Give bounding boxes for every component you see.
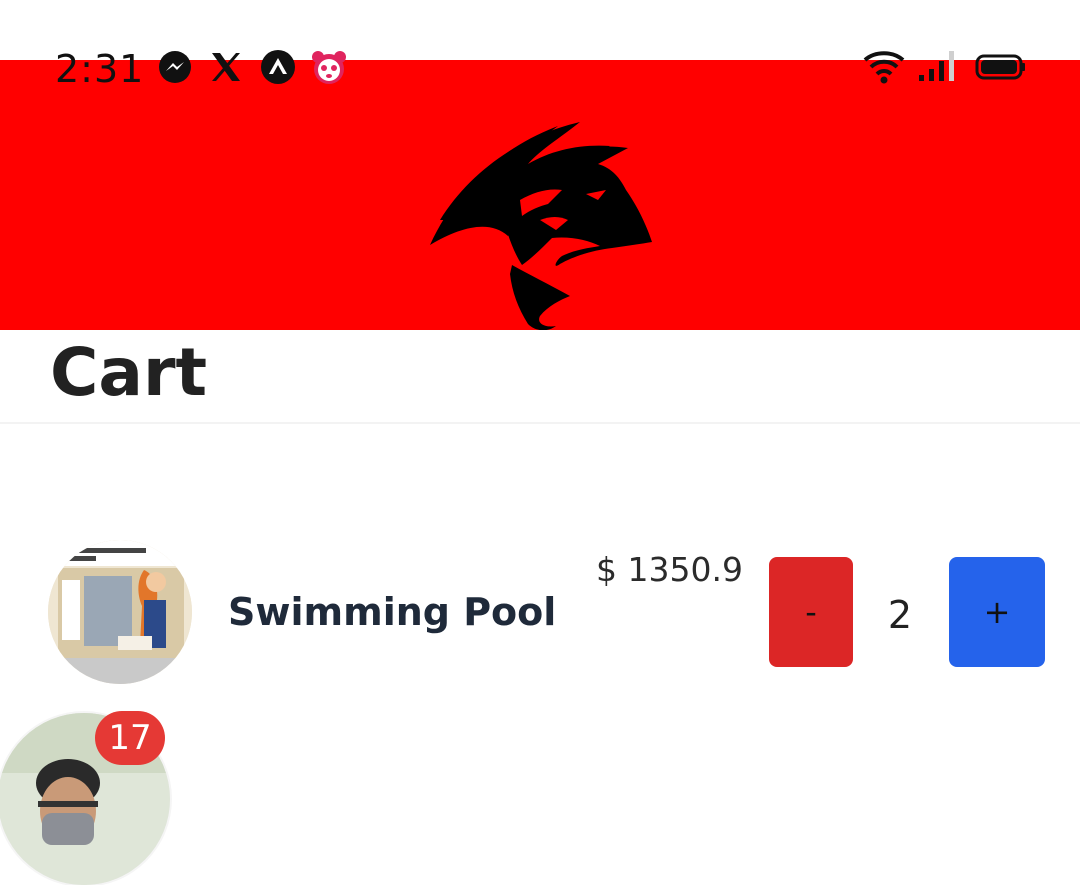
arch-icon: [261, 50, 295, 84]
wifi-icon: [863, 51, 905, 84]
quantity-value: 2: [887, 593, 913, 637]
increment-button[interactable]: +: [949, 557, 1045, 667]
product-thumbnail[interactable]: [48, 540, 192, 684]
panda-icon: [312, 51, 346, 84]
x-icon: [212, 53, 240, 81]
product-name: Swimming Pool: [228, 590, 557, 634]
product-thumbnail-image: [48, 540, 192, 684]
signal-icon: [919, 51, 954, 81]
status-bar: 2:31: [0, 0, 1080, 135]
notification-badge: 17: [95, 711, 165, 765]
page-title: Cart: [50, 334, 208, 411]
messenger-icon: [159, 51, 191, 83]
status-time: 2:31: [55, 47, 145, 91]
product-price: $ 1350.9: [596, 550, 743, 589]
battery-icon: [975, 54, 1025, 80]
decrement-button[interactable]: -: [769, 557, 853, 667]
